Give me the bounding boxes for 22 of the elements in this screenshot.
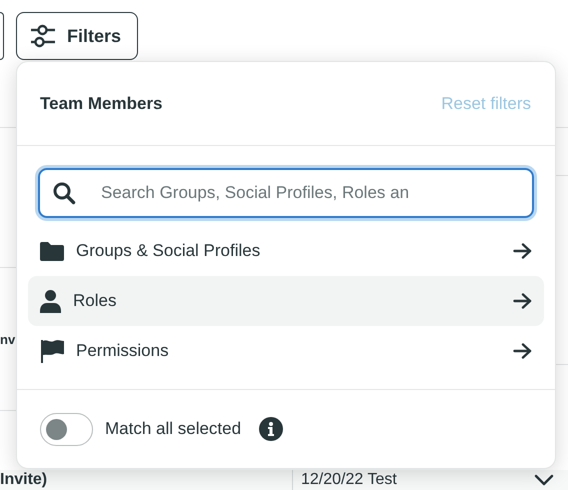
menu-item[interactable]: Permissions <box>28 326 544 376</box>
arrow-icon <box>513 343 532 359</box>
arrow-icon <box>513 293 532 309</box>
table-cell: 12/20/22 Test <box>292 470 534 490</box>
arrow-icon <box>513 243 532 259</box>
popover-title: Team Members <box>40 94 163 114</box>
toggle-label: Match all selected <box>105 419 242 439</box>
search-field[interactable]: Search Groups, Social Profiles, Roles an <box>38 168 534 218</box>
table-cell: nv <box>0 332 16 346</box>
flag-icon <box>40 339 64 363</box>
sliders-icon <box>31 24 55 48</box>
menu-item[interactable]: Roles <box>28 276 544 326</box>
match-all-toggle[interactable] <box>40 412 93 446</box>
folder-icon <box>40 242 64 260</box>
person-icon <box>40 290 61 312</box>
chevron-down-icon[interactable] <box>534 474 554 486</box>
info-icon[interactable] <box>259 417 284 441</box>
table-cell-text: Invite) <box>0 471 48 489</box>
menu-item[interactable]: Groups & Social Profiles <box>28 226 544 276</box>
search-icon <box>52 181 76 205</box>
filters-button[interactable]: Filters <box>16 12 138 60</box>
toolbar-button[interactable] <box>0 12 4 60</box>
